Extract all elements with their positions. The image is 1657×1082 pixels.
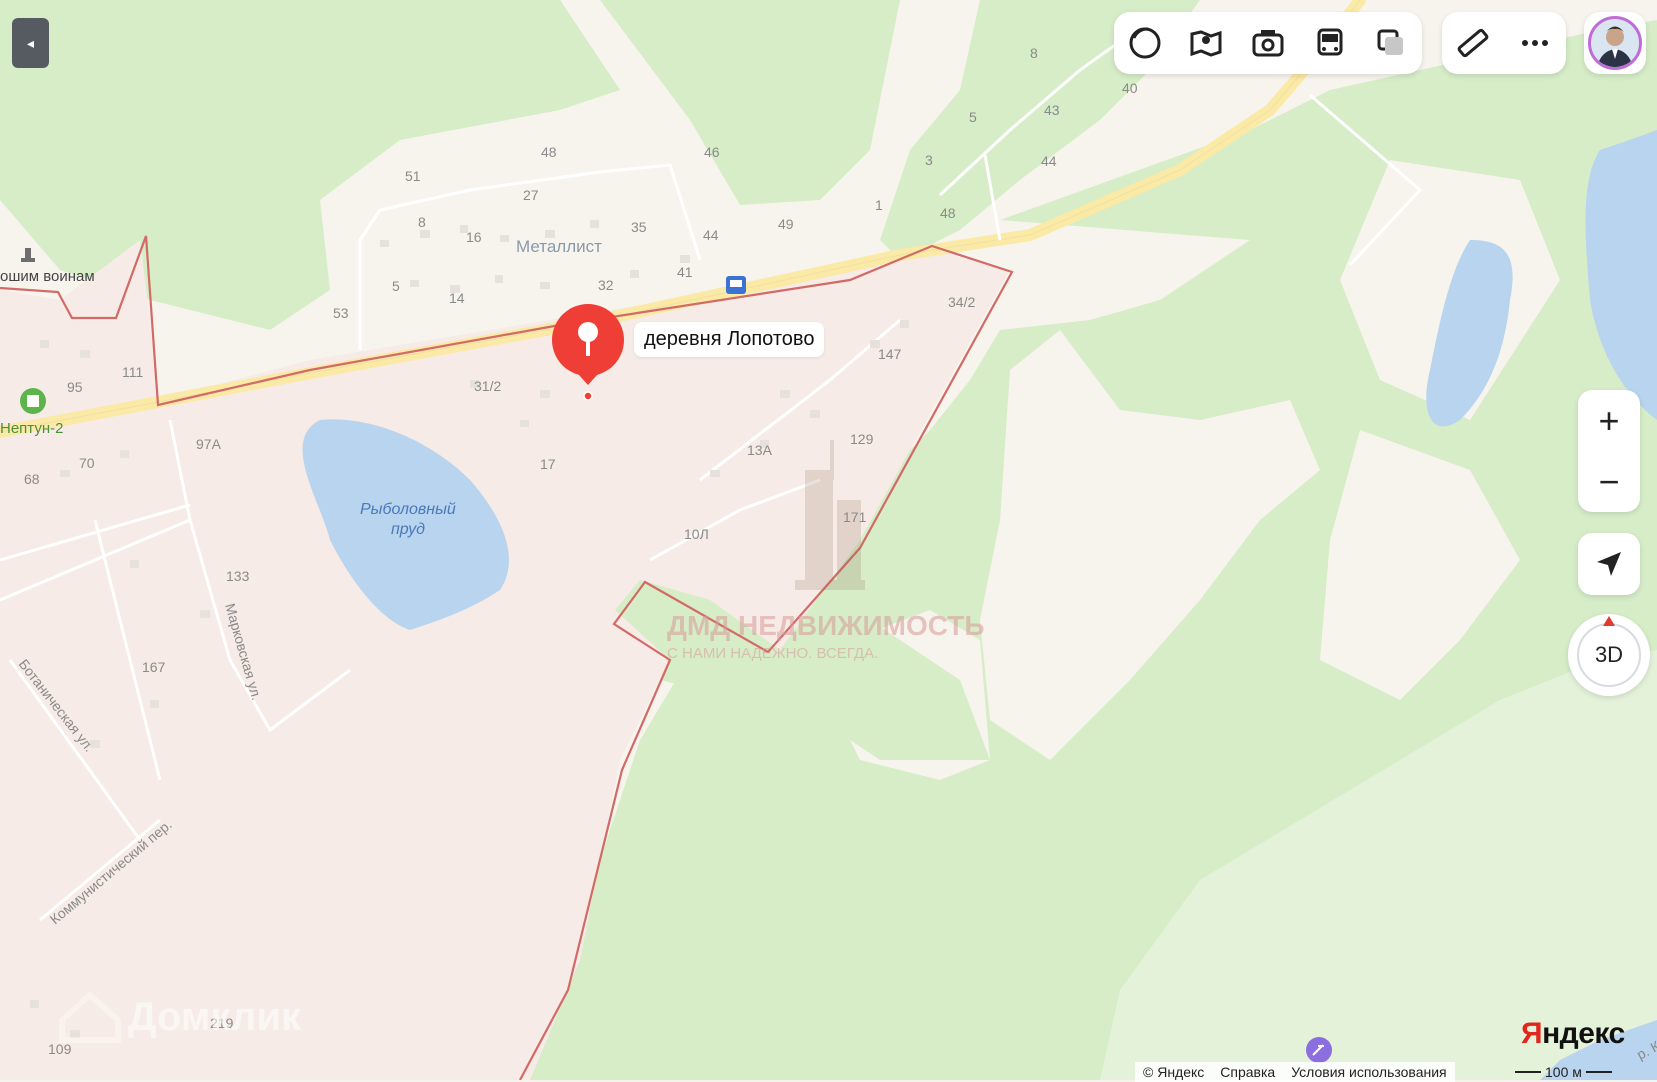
layers-icon [1129, 27, 1161, 59]
house-number: 32 [598, 277, 614, 293]
house-number: 167 [142, 659, 166, 675]
scale-bar-right [1585, 1071, 1612, 1073]
house-number: 10Л [684, 526, 709, 542]
yandex-logo[interactable]: Яндекс [1521, 1017, 1625, 1051]
compass-ring: 3D [1577, 623, 1641, 687]
monument-label: ошим воинам [0, 268, 95, 285]
tools-toolbar [1442, 12, 1566, 74]
copyright-text[interactable]: © Яндекс [1143, 1064, 1204, 1080]
house-number: 111 [122, 364, 143, 380]
minus-icon: − [1598, 460, 1620, 502]
house-number: 68 [24, 471, 40, 487]
zoom-in-button[interactable]: + [1578, 390, 1640, 451]
more-button[interactable] [1504, 12, 1566, 74]
house-number: 3 [925, 152, 933, 168]
park-poi-icon[interactable] [1306, 1037, 1332, 1063]
zoom-control: + − [1578, 390, 1640, 512]
house-number: 35 [631, 219, 647, 235]
map-scale: 100 м [1515, 1062, 1612, 1082]
back-arrow-icon: ◂ [26, 34, 35, 51]
house-number: 51 [405, 168, 421, 184]
panorama-button[interactable] [1176, 12, 1238, 74]
house-number: 109 [48, 1041, 72, 1057]
house-number: 46 [704, 144, 720, 160]
house-number: 49 [778, 216, 794, 232]
yandex-logo-text: ндекс [1542, 1017, 1625, 1050]
location-arrow-icon [1597, 552, 1621, 576]
house-number: 70 [79, 455, 95, 471]
house-number: 171 [843, 509, 867, 525]
house-number: 129 [850, 431, 874, 447]
house-number: 133 [226, 568, 250, 584]
house-number: 14 [449, 290, 465, 306]
neptun-poi-icon[interactable] [20, 388, 46, 414]
ruler-button[interactable] [1442, 12, 1504, 74]
pond-label-line1: Рыболовный [360, 501, 456, 518]
bus-icon [1317, 28, 1343, 56]
house-number: 43 [1044, 102, 1060, 118]
house-number: 8 [1030, 45, 1038, 61]
neptun-label: Нептун-2 [0, 420, 63, 437]
scale-bar [1515, 1071, 1541, 1073]
settlement-label: Металлист [516, 237, 602, 256]
overlay-button[interactable] [1360, 12, 1422, 74]
house-number: 27 [523, 187, 539, 203]
copy-icon [1377, 29, 1404, 55]
house-number: 97А [196, 436, 222, 452]
house-number: 48 [940, 205, 956, 221]
pond-label-line2: пруд [391, 521, 425, 538]
zoom-out-button[interactable]: − [1578, 451, 1640, 512]
house-number: 48 [541, 144, 557, 160]
house-number: 8 [418, 214, 426, 230]
place-name-text: деревня Лопотово [644, 328, 815, 350]
place-name-label[interactable]: деревня Лопотово [634, 322, 825, 357]
camera-icon [1252, 30, 1284, 57]
house-number: 41 [677, 264, 693, 280]
north-indicator-icon [1603, 616, 1615, 626]
dmd-watermark-title: ДМД НЕДВИЖИМОСТЬ [667, 610, 984, 641]
house-number: 147 [878, 346, 902, 362]
house-number: 17 [540, 456, 556, 472]
avatar-person-icon [1597, 26, 1633, 67]
house-number: 13А [747, 442, 773, 458]
house-number: 5 [392, 278, 400, 294]
copyright-bar: © Яндекс Справка Условия использования [1135, 1062, 1455, 1082]
map-layers-toolbar [1114, 12, 1422, 74]
house-number: 31/2 [474, 378, 501, 394]
domclick-watermark: Домклик [128, 995, 302, 1039]
house-number: 44 [703, 227, 719, 243]
dmd-watermark-subtitle: С НАМИ НАДЕЖНО. ВСЕГДА. [667, 645, 878, 662]
compass-3d-button[interactable]: 3D [1568, 614, 1650, 696]
house-number: 95 [67, 379, 83, 395]
house-number: 34/2 [948, 294, 975, 310]
house-number: 1 [875, 197, 883, 213]
terms-link[interactable]: Условия использования [1291, 1064, 1446, 1080]
transport-button[interactable] [1299, 12, 1361, 74]
photos-button[interactable] [1237, 12, 1299, 74]
layers-button[interactable] [1114, 12, 1176, 74]
more-icon [1522, 40, 1548, 46]
plus-icon: + [1598, 399, 1620, 441]
user-avatar-button[interactable] [1584, 12, 1646, 74]
bus-stop-icon[interactable] [726, 276, 746, 294]
scale-label: 100 м [1545, 1064, 1582, 1080]
house-number: 5 [969, 109, 977, 125]
avatar [1588, 16, 1642, 70]
ruler-icon [1457, 28, 1489, 58]
house-number: 44 [1041, 153, 1057, 169]
house-number: 53 [333, 305, 349, 321]
back-button[interactable]: ◂ [12, 18, 49, 68]
panorama-icon [1190, 30, 1222, 57]
map-canvas[interactable]: Металлист Рыболовный пруд Нептун-2 ошим … [0, 0, 1657, 1080]
house-number: 40 [1122, 80, 1138, 96]
help-link[interactable]: Справка [1220, 1064, 1275, 1080]
view-3d-label: 3D [1594, 642, 1624, 667]
house-number: 16 [466, 229, 482, 245]
my-location-button[interactable] [1578, 533, 1640, 595]
